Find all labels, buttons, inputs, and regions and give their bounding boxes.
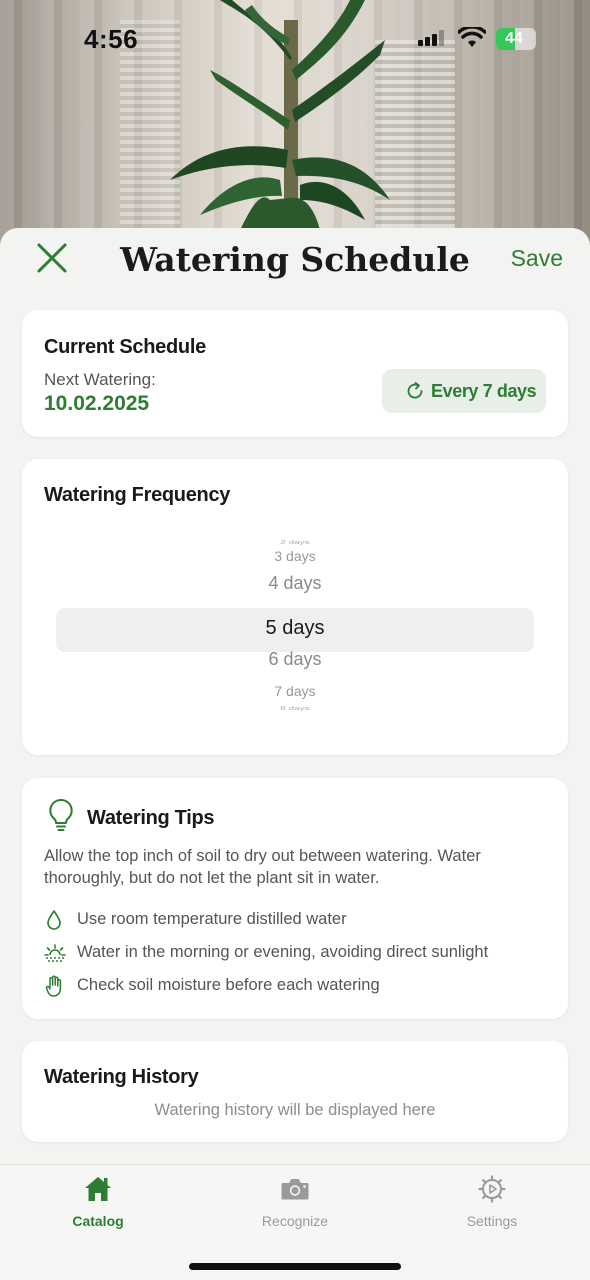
- tip-text: Check soil moisture before each watering: [77, 976, 380, 994]
- tab-bar: Catalog Recognize Settings: [0, 1164, 590, 1280]
- tip-text: Use room temperature distilled water: [77, 910, 347, 928]
- battery-level: 44: [505, 30, 523, 47]
- watering-frequency-title: Watering Frequency: [44, 484, 231, 506]
- cellular-signal-icon: [418, 30, 444, 46]
- picker-option[interactable]: 3 days: [56, 548, 534, 564]
- page-title: Watering Schedule: [120, 240, 470, 279]
- current-schedule-title: Current Schedule: [44, 336, 206, 358]
- watering-history-card: Watering History Watering history will b…: [22, 1041, 568, 1142]
- frequency-chip-label: Every 7 days: [431, 381, 537, 401]
- watering-tips-title: Watering Tips: [87, 807, 215, 829]
- tab-label: Settings: [466, 1213, 518, 1229]
- gear-icon: [478, 1175, 506, 1203]
- watering-tips-description: Allow the top inch of soil to dry out be…: [44, 847, 481, 887]
- picker-option[interactable]: 8 days: [56, 705, 534, 711]
- picker-option-selected[interactable]: 5 days: [56, 617, 534, 640]
- save-button[interactable]: Save: [511, 245, 563, 272]
- frequency-picker[interactable]: 2 days 3 days 4 days 5 days 6 days 7 day…: [56, 531, 534, 721]
- tab-label: Catalog: [72, 1213, 124, 1229]
- watering-frequency-card: Watering Frequency 2 days 3 days 4 days …: [22, 459, 568, 755]
- picker-option[interactable]: 2 days: [56, 539, 534, 545]
- home-icon: [85, 1177, 111, 1201]
- current-schedule-card: Current Schedule Next Watering: 10.02.20…: [22, 310, 568, 437]
- picker-option[interactable]: 4 days: [56, 573, 534, 594]
- tip-text: Water in the morning or evening, avoidin…: [77, 943, 489, 961]
- wifi-icon: [458, 27, 486, 47]
- water-drop-icon: [47, 910, 61, 930]
- watering-history-title: Watering History: [44, 1066, 199, 1088]
- watering-schedule-sheet: Watering Schedule Save Current Schedule …: [0, 228, 590, 1280]
- tab-settings[interactable]: Settings: [422, 1165, 562, 1235]
- picker-option[interactable]: 6 days: [56, 649, 534, 670]
- next-watering-label: Next Watering:: [44, 370, 156, 389]
- battery-icon: 44: [496, 28, 536, 50]
- watering-tips-card: Watering Tips Allow the top inch of soil…: [22, 778, 568, 1019]
- history-empty-text: Watering history will be displayed here: [154, 1101, 436, 1119]
- hand-icon: [45, 975, 62, 997]
- tab-catalog[interactable]: Catalog: [28, 1165, 168, 1235]
- tab-recognize[interactable]: Recognize: [225, 1165, 365, 1235]
- picker-option[interactable]: 7 days: [56, 683, 534, 699]
- sunrise-icon: [44, 944, 66, 962]
- lightbulb-icon: [49, 798, 73, 831]
- status-time: 4:56: [84, 24, 139, 54]
- tab-label: Recognize: [261, 1213, 329, 1229]
- status-bar: 4:56 44: [0, 0, 590, 80]
- repeat-icon: [407, 382, 423, 399]
- frequency-chip[interactable]: Every 7 days: [382, 369, 546, 413]
- home-indicator: [189, 1263, 401, 1270]
- next-watering-date: 10.02.2025: [44, 392, 150, 415]
- camera-icon: [281, 1179, 309, 1200]
